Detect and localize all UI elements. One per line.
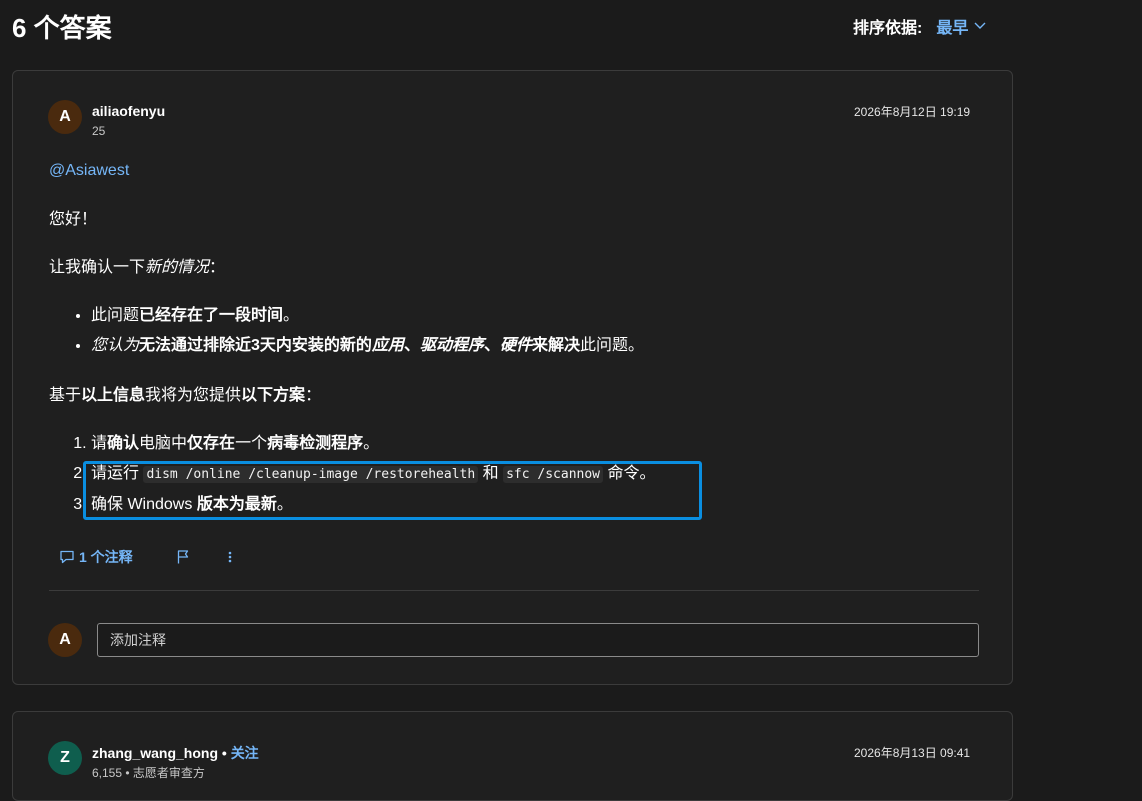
sort-label: 排序依据: (853, 20, 923, 37)
greeting: 您好！ (49, 211, 98, 228)
mention-link[interactable]: @Asiawest (49, 162, 129, 179)
comment-icon (60, 550, 74, 564)
sort-value: 最早 (936, 20, 969, 37)
comment-avatar: A (48, 623, 82, 657)
author-line: zhang_wang_hong • 关注 (92, 745, 259, 761)
code-dism: dism /online /cleanup-image /restoreheal… (143, 466, 479, 483)
answer-timestamp: 2026年8月12日 19:19 (854, 105, 971, 119)
comments-count: 1 个注释 (79, 549, 133, 565)
answer-card: A ailiaofenyu 25 2026年8月12日 19:19 @Asiaw… (12, 70, 1013, 685)
steps-list: 请确认电脑中仅存在一个病毒检测程序。 请运行 dism /online /cle… (49, 429, 655, 520)
plan-paragraph: 基于以上信息我将为您提供以下方案： (49, 387, 322, 404)
more-options-button[interactable] (227, 549, 233, 565)
comments-button[interactable]: 1 个注释 (59, 547, 133, 567)
follow-button[interactable]: 关注 (231, 745, 259, 761)
list-item: 此问题已经存在了一段时间。 (91, 301, 644, 331)
answer-actions: 1 个注释 (59, 547, 233, 567)
chevron-down-icon (974, 22, 986, 29)
list-item: 请运行 dism /online /cleanup-image /restore… (91, 459, 655, 490)
answer-card: Z zhang_wang_hong • 关注 6,155 • 志愿者审查方 20… (12, 711, 1013, 801)
report-button[interactable] (175, 549, 191, 565)
flag-icon (177, 550, 188, 564)
author-name[interactable]: ailiaofenyu (92, 103, 165, 119)
author-name[interactable]: zhang_wang_hong (92, 745, 218, 761)
code-sfc: sfc /scannow (503, 466, 604, 483)
list-item: 请确认电脑中仅存在一个病毒检测程序。 (91, 429, 655, 459)
intro-paragraph: 让我确认一下新的情况： (49, 259, 226, 276)
list-item: 您认为无法通过排除近3天内安装的新的应用、驱动程序、硬件来解决此问题。 (91, 331, 644, 361)
divider (49, 590, 979, 591)
answer-timestamp: 2026年8月13日 09:41 (854, 746, 971, 760)
sort-bar: 排序依据: 最早 (853, 14, 986, 38)
author-reputation: 6,155 • 志愿者审查方 (92, 766, 205, 780)
avatar[interactable]: A (48, 100, 82, 134)
bullet-list: 此问题已经存在了一段时间。 您认为无法通过排除近3天内安装的新的应用、驱动程序、… (49, 301, 644, 361)
list-item: 确保 Windows 版本为最新。 (91, 490, 655, 520)
add-comment-input[interactable] (97, 623, 979, 657)
sort-dropdown[interactable]: 最早 (936, 14, 986, 38)
page-title: 6 个答案 (12, 13, 112, 43)
more-icon (228, 551, 231, 563)
author-reputation: 25 (92, 124, 106, 138)
